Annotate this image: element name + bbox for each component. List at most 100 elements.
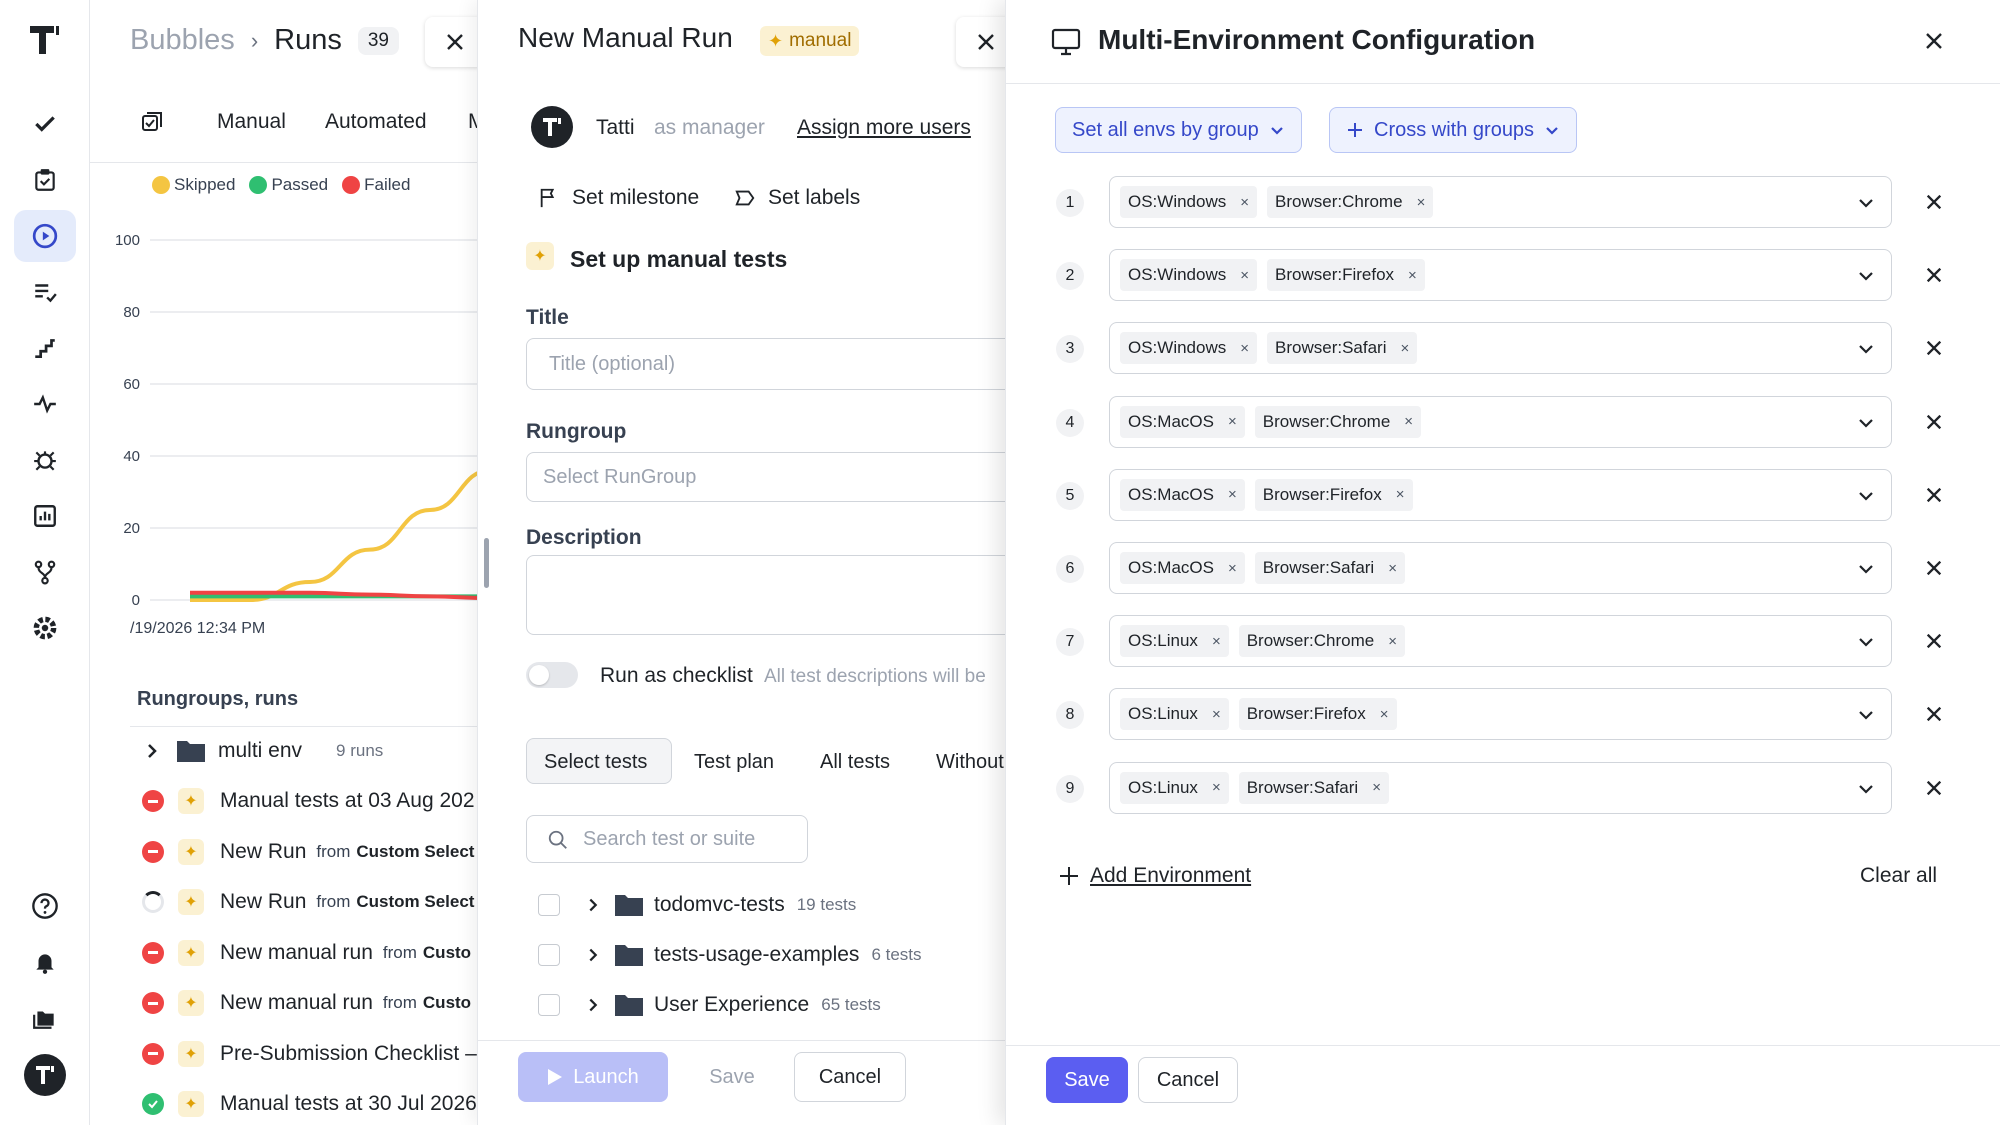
env-save-button[interactable]: Save [1046, 1057, 1128, 1103]
remove-environment-button[interactable] [1920, 188, 1948, 216]
suite-checkbox[interactable] [538, 894, 560, 916]
remove-environment-button[interactable] [1920, 481, 1948, 509]
chevron-down-icon[interactable] [1857, 780, 1875, 798]
remove-environment-button[interactable] [1920, 627, 1948, 655]
branch-icon[interactable] [14, 546, 76, 598]
bell-icon[interactable] [14, 936, 76, 988]
chevron-right-icon[interactable] [584, 946, 602, 964]
analytics-icon[interactable] [14, 490, 76, 542]
remove-tag-icon[interactable]: × [1228, 560, 1237, 577]
pulse-icon[interactable] [14, 378, 76, 430]
remove-tag-icon[interactable]: × [1372, 779, 1381, 796]
remove-environment-button[interactable] [1920, 774, 1948, 802]
remove-environment-button[interactable] [1920, 334, 1948, 362]
legend-item-skipped[interactable]: Skipped [152, 175, 235, 195]
close-icon[interactable] [1924, 31, 1944, 51]
run-item[interactable]: ✦ Manual tests at 03 Aug 202 [142, 776, 490, 826]
test-suite-row[interactable]: tests-usage-examples 6 tests [538, 930, 922, 980]
checklist-toggle[interactable] [526, 662, 578, 688]
remove-environment-button[interactable] [1920, 261, 1948, 289]
rungroup-select[interactable]: Select RunGroup [526, 452, 1007, 502]
runs-play-icon[interactable] [14, 210, 76, 262]
remove-tag-icon[interactable]: × [1212, 633, 1221, 650]
chevron-down-icon[interactable] [1857, 414, 1875, 432]
environment-select[interactable]: OS:Linux × Browser:Safari × [1109, 761, 1892, 814]
chevron-down-icon[interactable] [1857, 487, 1875, 505]
search-tests-input[interactable]: Search test or suite [526, 815, 808, 863]
environment-select[interactable]: OS:Linux × Browser:Chrome × [1109, 615, 1892, 668]
run-item[interactable]: ✦ New Run from Custom Select [142, 827, 490, 877]
chevron-down-icon[interactable] [1857, 633, 1875, 651]
chevron-down-icon[interactable] [1857, 194, 1875, 212]
chevron-down-icon[interactable] [1857, 560, 1875, 578]
set-all-envs-button[interactable]: Set all envs by group [1055, 107, 1302, 153]
remove-tag-icon[interactable]: × [1212, 706, 1221, 723]
chevron-down-icon[interactable] [1857, 267, 1875, 285]
bug-icon[interactable] [14, 434, 76, 486]
remove-tag-icon[interactable]: × [1388, 633, 1397, 650]
rungroup-row[interactable]: multi env 9 runs [142, 726, 490, 776]
environment-select[interactable]: OS:MacOS × Browser:Firefox × [1109, 468, 1892, 521]
stairs-icon[interactable] [14, 322, 76, 374]
multiselect-icon[interactable] [140, 110, 164, 134]
legend-item-failed[interactable]: Failed [342, 175, 410, 195]
cancel-button[interactable]: Cancel [794, 1052, 906, 1102]
tab-manual[interactable]: Manual [217, 110, 286, 134]
remove-tag-icon[interactable]: × [1240, 267, 1249, 284]
tab-all-tests[interactable]: All tests [820, 740, 890, 784]
chevron-right-icon[interactable] [142, 741, 162, 761]
remove-environment-button[interactable] [1920, 554, 1948, 582]
add-environment-button[interactable]: Add Environment [1058, 864, 1251, 888]
chevron-down-icon[interactable] [1857, 706, 1875, 724]
tab-without[interactable]: Without [936, 740, 1004, 784]
resize-handle[interactable] [484, 538, 489, 588]
breadcrumb-project[interactable]: Bubbles [130, 24, 235, 57]
run-item[interactable]: ✦ Pre-Submission Checklist – [142, 1029, 490, 1079]
remove-environment-button[interactable] [1920, 700, 1948, 728]
run-item[interactable]: ✦ New manual run from Custo [142, 928, 490, 978]
help-icon[interactable] [14, 880, 76, 932]
suite-checkbox[interactable] [538, 944, 560, 966]
remove-tag-icon[interactable]: × [1408, 267, 1417, 284]
remove-tag-icon[interactable]: × [1228, 486, 1237, 503]
environment-select[interactable]: OS:Windows × Browser:Chrome × [1109, 176, 1892, 228]
checkmark-icon[interactable] [14, 98, 76, 150]
remove-tag-icon[interactable]: × [1228, 413, 1237, 430]
cross-with-groups-button[interactable]: Cross with groups [1329, 107, 1578, 153]
launch-button[interactable]: Launch [518, 1052, 668, 1102]
chevron-right-icon[interactable] [584, 996, 602, 1014]
env-cancel-button[interactable]: Cancel [1138, 1057, 1238, 1103]
test-suite-row[interactable]: User Experience 65 tests [538, 980, 881, 1030]
remove-tag-icon[interactable]: × [1240, 340, 1249, 357]
chevron-down-icon[interactable] [1857, 340, 1875, 358]
checklist-icon[interactable] [14, 266, 76, 318]
remove-tag-icon[interactable]: × [1240, 194, 1249, 211]
close-runs-button[interactable] [425, 17, 485, 67]
gear-icon[interactable] [14, 602, 76, 654]
description-textarea[interactable] [526, 555, 1007, 635]
legend-item-passed[interactable]: Passed [249, 175, 328, 195]
run-item[interactable]: ✦ New manual run from Custo [142, 978, 490, 1028]
testomat-logo-icon[interactable] [26, 22, 62, 58]
environment-select[interactable]: OS:Linux × Browser:Firefox × [1109, 688, 1892, 741]
remove-tag-icon[interactable]: × [1401, 340, 1410, 357]
tab-test-plan[interactable]: Test plan [694, 740, 774, 784]
environment-select[interactable]: OS:Windows × Browser:Firefox × [1109, 249, 1892, 302]
run-item[interactable]: ✦ New Run from Custom Select [142, 877, 490, 927]
environment-select[interactable]: OS:MacOS × Browser:Chrome × [1109, 395, 1892, 448]
remove-environment-button[interactable] [1920, 408, 1948, 436]
remove-tag-icon[interactable]: × [1388, 560, 1397, 577]
remove-tag-icon[interactable]: × [1212, 779, 1221, 796]
folders-icon[interactable] [14, 992, 76, 1044]
title-input[interactable]: Title (optional) [526, 338, 1007, 390]
close-manual-button[interactable] [956, 17, 1007, 67]
set-labels-button[interactable]: Set labels [734, 186, 860, 210]
save-button[interactable]: Save [685, 1052, 779, 1102]
remove-tag-icon[interactable]: × [1380, 706, 1389, 723]
suite-checkbox[interactable] [538, 994, 560, 1016]
run-item[interactable]: ✦ Manual tests at 30 Jul 2026 [142, 1079, 490, 1125]
assign-users-link[interactable]: Assign more users [797, 116, 971, 140]
environment-select[interactable]: OS:Windows × Browser:Safari × [1109, 322, 1892, 375]
user-avatar[interactable] [24, 1054, 66, 1096]
environment-select[interactable]: OS:MacOS × Browser:Safari × [1109, 542, 1892, 594]
